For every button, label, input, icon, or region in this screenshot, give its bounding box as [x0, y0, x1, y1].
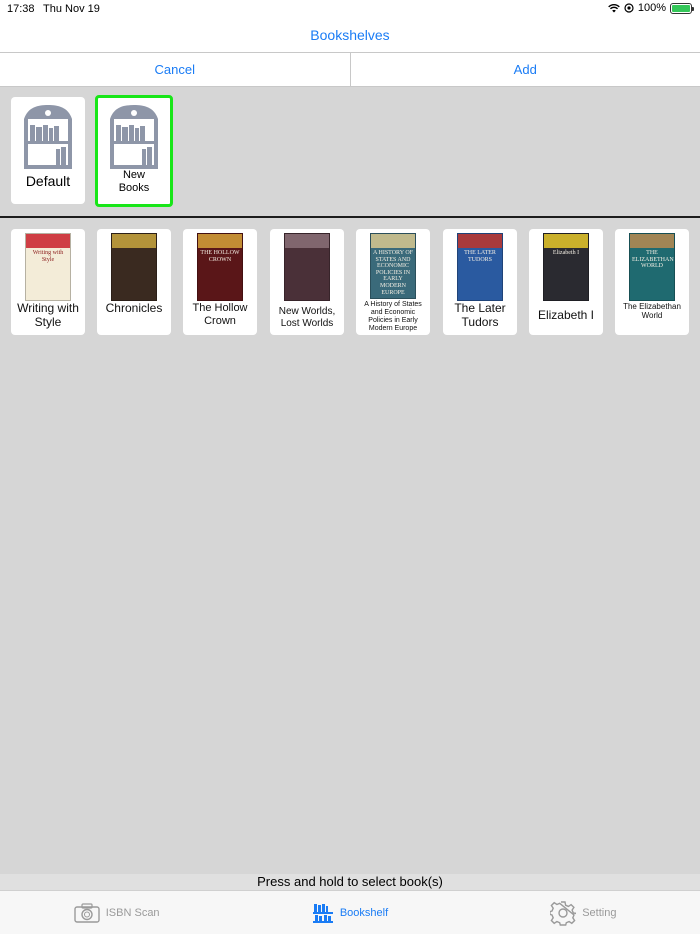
book-cover-text: THE LATER TUDORS	[464, 250, 496, 263]
shelf-default[interactable]: Default	[11, 97, 85, 204]
book-title: The Hollow Crown	[192, 302, 248, 327]
book-card[interactable]: New Worlds, Lost Worlds	[270, 229, 344, 335]
bookshelf-icon	[24, 105, 72, 169]
book-card[interactable]: A HISTORY OF STATES AND ECONOMIC POLICIE…	[356, 229, 430, 335]
book-cover: THE LATER TUDORS	[457, 233, 503, 301]
book-cover: A HISTORY OF STATES AND ECONOMIC POLICIE…	[370, 233, 416, 299]
book-title: Writing with Style	[17, 301, 79, 329]
bookshelf-icon	[110, 105, 158, 169]
book-cover: THE HOLLOW CROWN	[197, 233, 243, 301]
status-date: Thu Nov 19	[43, 3, 100, 15]
book-cover: Elizabeth I	[543, 233, 589, 301]
cancel-button[interactable]: Cancel	[0, 53, 350, 86]
gear-icon	[550, 900, 577, 926]
book-cover-text: THE HOLLOW CROWN	[200, 250, 240, 263]
book-cover-text: A HISTORY OF STATES AND ECONOMIC POLICIE…	[373, 250, 414, 296]
book-cover: Writing with Style	[25, 233, 71, 301]
book-cover: THE ELIZABETHAN WORLD	[629, 233, 675, 301]
book-card[interactable]: THE LATER TUDORS The Later Tudors	[443, 229, 517, 335]
battery-icon	[670, 2, 694, 14]
book-title: Elizabeth I	[537, 308, 595, 322]
shelf-label: New Books	[118, 169, 150, 195]
action-bar: Cancel Add	[0, 52, 700, 87]
battery-percent: 100%	[637, 2, 666, 14]
battery-fill	[672, 4, 690, 12]
book-cover-accent	[198, 234, 242, 248]
book-cover-accent	[371, 234, 415, 248]
book-cover-text: Elizabeth I	[552, 250, 580, 256]
status-right: 100%	[608, 2, 694, 14]
book-card[interactable]: Elizabeth I Elizabeth I	[529, 229, 603, 335]
page-title: Bookshelves	[310, 27, 390, 43]
tab-bar: ISBN Scan Bookshelf Setting	[0, 890, 700, 934]
tab-label: Setting	[582, 906, 617, 919]
book-cover-accent	[285, 234, 329, 248]
shelf-new-books[interactable]: New Books	[95, 95, 173, 207]
tab-bookshelf[interactable]: Bookshelf	[233, 891, 466, 934]
tab-label: ISBN Scan	[105, 906, 160, 919]
shelf-label: Default	[25, 173, 71, 189]
book-title: The Later Tudors	[454, 301, 506, 329]
wifi-icon	[608, 4, 620, 13]
book-cover-text: Writing with Style	[32, 250, 64, 263]
status-time: 17:38	[7, 3, 35, 15]
tab-isbn-scan[interactable]: ISBN Scan	[0, 891, 233, 934]
book-card[interactable]: Chronicles	[97, 229, 171, 335]
book-cover-accent	[26, 234, 70, 248]
book-card[interactable]: THE HOLLOW CROWN The Hollow Crown	[183, 229, 257, 335]
hint-text: Press and hold to select book(s)	[0, 874, 700, 890]
tab-setting[interactable]: Setting	[467, 891, 700, 934]
book-cover-accent	[112, 234, 156, 248]
tab-label: Bookshelf	[339, 906, 389, 919]
book-cover	[284, 233, 330, 301]
book-card[interactable]: Writing with Style Writing with Style	[11, 229, 85, 335]
book-cover	[111, 233, 157, 301]
book-title: New Worlds, Lost Worlds	[278, 306, 336, 329]
book-cover-accent	[458, 234, 502, 248]
bookshelf-icon	[312, 903, 333, 923]
books-area: Writing with Style Writing with Style Chro…	[0, 218, 700, 874]
book-cover-accent	[630, 234, 674, 248]
location-lock-icon	[624, 3, 634, 13]
status-bar: 17:38 Thu Nov 19 100%	[0, 0, 700, 18]
book-card[interactable]: THE ELIZABETHAN WORLD The Elizabethan Wor…	[615, 229, 689, 335]
book-title: A History of States and Economic Policie…	[364, 301, 422, 333]
book-cover-accent	[544, 234, 588, 248]
add-button[interactable]: Add	[349, 53, 700, 86]
shelves-area: Default New Books	[0, 87, 700, 216]
camera-icon	[74, 902, 100, 923]
book-cover-text: THE ELIZABETHAN WORLD	[632, 250, 674, 270]
book-title: The Elizabethan World	[623, 302, 681, 321]
book-title: Chronicles	[105, 301, 163, 315]
